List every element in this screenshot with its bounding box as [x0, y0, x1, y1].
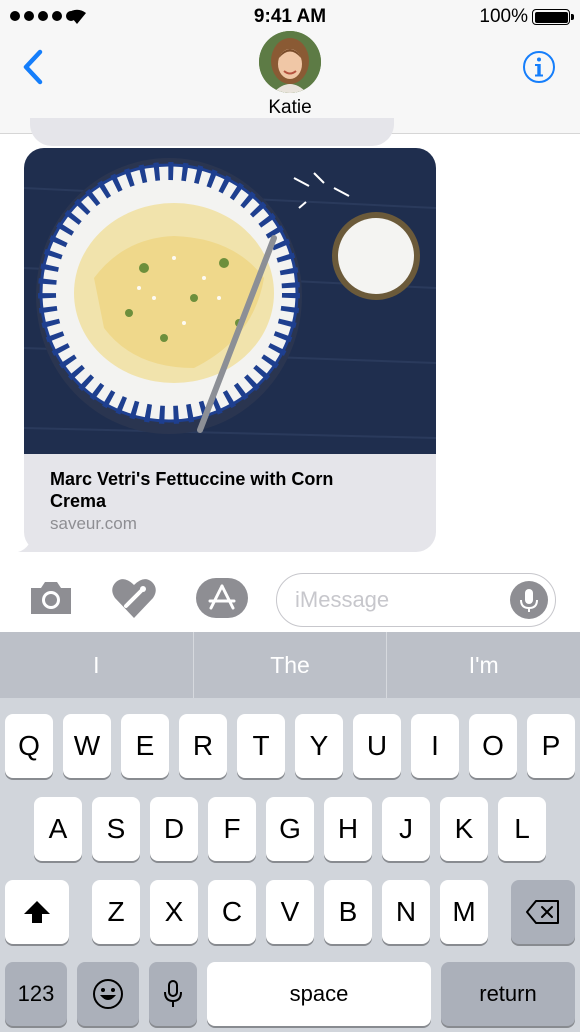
app-store-icon[interactable] — [196, 576, 248, 620]
dictation-key[interactable] — [149, 962, 197, 1026]
return-key[interactable]: return — [441, 962, 575, 1026]
dictation-button[interactable] — [510, 581, 548, 619]
message-input-bar — [0, 562, 580, 632]
camera-icon[interactable] — [28, 579, 74, 617]
key-e[interactable]: E — [121, 714, 169, 778]
key-z[interactable]: Z — [92, 880, 140, 944]
key-s[interactable]: S — [92, 797, 140, 861]
key-j[interactable]: J — [382, 797, 430, 861]
suggestion-3[interactable]: I'm — [386, 632, 580, 698]
key-a[interactable]: A — [34, 797, 82, 861]
emoji-key[interactable] — [77, 962, 139, 1026]
imessage-field[interactable] — [276, 573, 556, 627]
digital-touch-icon[interactable] — [110, 576, 158, 620]
key-y[interactable]: Y — [295, 714, 343, 778]
link-preview-bubble[interactable]: Marc Vetri's Fettuccine with Corn Crema … — [24, 148, 436, 552]
link-domain: saveur.com — [50, 514, 137, 533]
link-title: Marc Vetri's Fettuccine with Corn Crema — [50, 469, 334, 511]
contact-name[interactable]: Katie — [0, 97, 580, 119]
shift-icon — [24, 901, 50, 923]
key-f[interactable]: F — [208, 797, 256, 861]
space-key[interactable]: space — [207, 962, 431, 1026]
battery-percentage: 100% — [479, 6, 528, 27]
avatar[interactable] — [259, 31, 321, 93]
status-bar: 9:41 AM 100% — [0, 0, 580, 34]
key-c[interactable]: C — [208, 880, 256, 944]
key-b[interactable]: B — [324, 880, 372, 944]
key-i[interactable]: I — [411, 714, 459, 778]
shift-key[interactable] — [5, 880, 69, 944]
key-x[interactable]: X — [150, 880, 198, 944]
predictive-bar: I The I'm — [0, 632, 580, 698]
key-m[interactable]: M — [440, 880, 488, 944]
contact-photo — [259, 31, 321, 93]
microphone-icon — [164, 980, 182, 1007]
suggestion-2[interactable]: The — [192, 632, 387, 698]
conversation-header: 9:41 AM 100% Katie — [0, 0, 580, 134]
previous-message-bubble — [30, 118, 394, 146]
suggestion-1[interactable]: I — [0, 632, 193, 698]
key-n[interactable]: N — [382, 880, 430, 944]
link-preview-message[interactable]: Marc Vetri's Fettuccine with Corn Crema … — [18, 148, 436, 552]
delete-key[interactable] — [511, 880, 575, 944]
key-g[interactable]: G — [266, 797, 314, 861]
key-l[interactable]: L — [498, 797, 546, 861]
battery-icon — [532, 9, 574, 25]
keyboard: I The I'm Q W E R T Y U I O P A S D F G … — [0, 632, 580, 1032]
back-chevron-icon[interactable] — [18, 48, 48, 86]
microphone-icon — [520, 589, 538, 612]
numbers-key[interactable]: 123 — [5, 962, 67, 1026]
fettuccine-photo — [24, 148, 436, 454]
delete-icon — [526, 900, 559, 924]
key-h[interactable]: H — [324, 797, 372, 861]
key-v[interactable]: V — [266, 880, 314, 944]
message-input[interactable] — [295, 584, 505, 616]
key-q[interactable]: Q — [5, 714, 53, 778]
key-k[interactable]: K — [440, 797, 488, 861]
key-p[interactable]: P — [527, 714, 575, 778]
key-t[interactable]: T — [237, 714, 285, 778]
key-d[interactable]: D — [150, 797, 198, 861]
emoji-icon — [93, 979, 123, 1009]
info-icon[interactable] — [522, 50, 556, 84]
key-o[interactable]: O — [469, 714, 517, 778]
key-u[interactable]: U — [353, 714, 401, 778]
key-w[interactable]: W — [63, 714, 111, 778]
key-r[interactable]: R — [179, 714, 227, 778]
